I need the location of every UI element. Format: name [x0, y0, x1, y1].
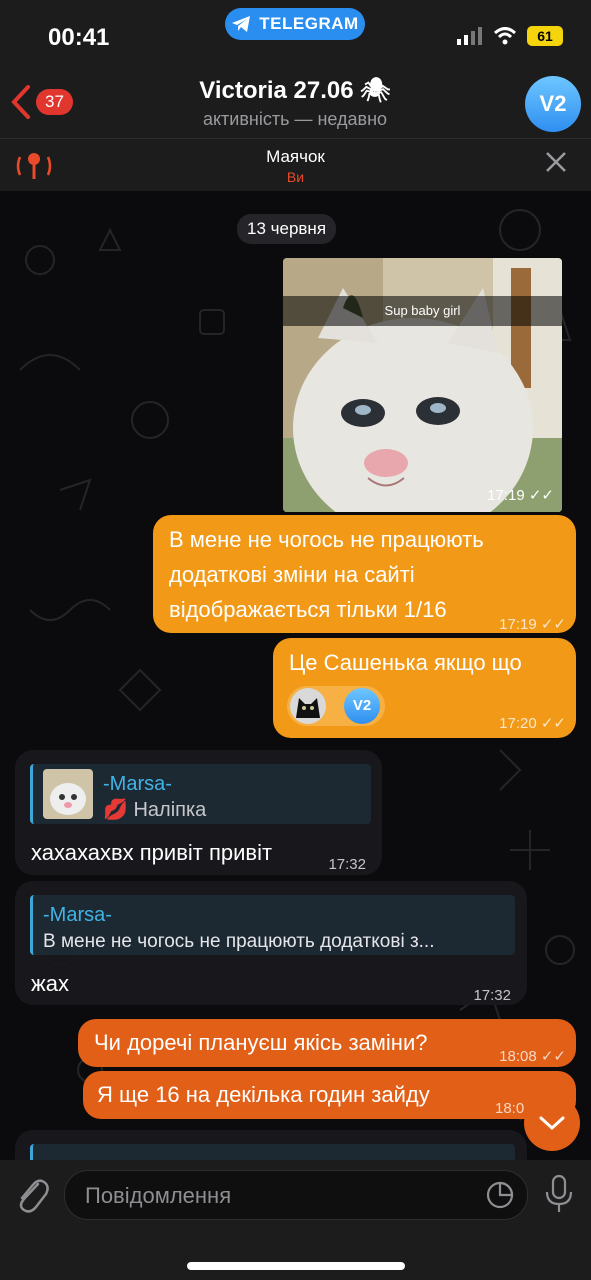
status-bar: 00:41 TELEGRAM 61 [0, 0, 591, 70]
photo-caption: Sup baby girl [283, 296, 562, 326]
telegram-icon [232, 16, 251, 32]
message-input-placeholder: Повідомлення [85, 1183, 232, 1208]
reply-quote[interactable]: -Marsa- В мене не чогось не працюють дод… [30, 895, 515, 955]
date-chip: 13 червня [237, 214, 337, 244]
chat-avatar[interactable]: V2 [525, 76, 581, 132]
wifi-icon [493, 27, 517, 45]
chat-title-text: Victoria 27.06 [199, 77, 354, 104]
sticker-icon[interactable] [485, 1180, 515, 1210]
read-checks-icon: ✓✓ [540, 616, 566, 633]
photo-message[interactable]: Sup baby girl 17:19 ✓✓ [283, 258, 562, 512]
message-text: Я ще 16 на декілька годин зайду [97, 1082, 430, 1107]
back-button[interactable]: 37 [10, 84, 73, 120]
sticker-thumbnail [43, 769, 93, 819]
message-time: 18:08 ✓✓ [499, 1040, 566, 1073]
lips-emoji-icon: 💋 [103, 799, 128, 821]
status-icons: 61 [457, 26, 563, 46]
message-text: жах [31, 971, 69, 996]
chat-header: 37 Victoria 27.06 🕷 активність — недавно… [0, 70, 591, 139]
telegram-chat-screen: 00:41 TELEGRAM 61 37 Victoria 27.06 🕷 ак… [0, 0, 591, 1280]
outgoing-message[interactable]: Я ще 16 на декілька годин зайду 18:0 [83, 1071, 576, 1119]
chat-subtitle: активність — недавно [202, 109, 388, 129]
close-icon[interactable] [545, 151, 567, 173]
incoming-message[interactable]: -Marsa- 💋 Наліпка хахахахвх привіт приві… [15, 750, 382, 875]
message-input[interactable]: Повідомлення [64, 1170, 528, 1220]
message-text: Чи доречі плануєш якісь заміни? [94, 1030, 428, 1055]
message-text: хахахахвх привіт привіт [31, 840, 273, 865]
reply-snippet: 💋 Наліпка [103, 794, 206, 827]
chat-title-area[interactable]: Victoria 27.06 🕷 активність — недавно [130, 76, 460, 130]
chevron-left-icon [11, 85, 30, 119]
unread-count-badge: 37 [36, 89, 73, 115]
status-time: 00:41 [48, 24, 110, 51]
chat-title: Victoria 27.06 🕷 [130, 76, 460, 105]
scroll-to-bottom-button[interactable] [524, 1095, 580, 1151]
reply-snippet: В мене не чогось не працюють додаткові з… [43, 931, 435, 952]
reply-quote[interactable]: -Marsa- 💋 Наліпка [30, 764, 371, 824]
message-text: Це Сашенька якщо що [289, 650, 522, 675]
message-time: 17:19 ✓✓ [499, 608, 566, 641]
reaction-avatar: V2 [344, 688, 380, 724]
outgoing-message[interactable]: Чи доречі плануєш якісь заміни? 18:08 ✓✓ [78, 1019, 576, 1067]
message-time: 17:32 [328, 856, 366, 873]
message-time-text: 18:08 [499, 1048, 537, 1065]
photo-time-text: 17:19 [487, 487, 525, 504]
signal-icon [457, 27, 482, 45]
incoming-message[interactable]: -Marsa- В мене не чогось не працюють дод… [15, 881, 527, 1005]
message-line: відображається тільки 1/16 [169, 597, 447, 622]
live-location-subtitle: Ви [286, 169, 305, 185]
outgoing-message[interactable]: Це Сашенька якщо що V2 17:20 ✓✓ [273, 638, 576, 738]
message-line: додаткові зміни на сайті [169, 562, 415, 587]
read-checks-icon: ✓✓ [540, 715, 566, 732]
spider-emoji-icon: 🕷 [360, 77, 391, 104]
outgoing-message[interactable]: В мене не чогось не працюють додаткові з… [153, 515, 576, 633]
telegram-pill-label: TELEGRAM [259, 14, 359, 33]
photo-time: 17:19 ✓✓ [487, 486, 554, 504]
chevron-down-icon [539, 1116, 565, 1131]
black-cat-avatar-icon [290, 688, 326, 724]
message-time-text: 17:19 [499, 616, 537, 633]
message-time-text: 17:20 [499, 715, 537, 732]
microphone-icon[interactable] [544, 1174, 574, 1214]
message-time: 18:0 [495, 1100, 525, 1117]
battery-level: 61 [537, 28, 553, 44]
message-time: 17:32 [473, 987, 511, 1004]
home-indicator [187, 1262, 405, 1270]
battery-icon: 61 [527, 26, 563, 46]
read-checks-icon: ✓✓ [540, 1048, 566, 1065]
telegram-pill[interactable]: TELEGRAM [225, 8, 365, 40]
paperclip-icon[interactable] [14, 1174, 50, 1214]
live-location-title: Маячок [266, 147, 325, 166]
message-line: В мене не чогось не працюють [169, 527, 484, 552]
reply-snippet-text: Наліпка [133, 799, 207, 821]
live-location-bar[interactable]: Маячок Ви [0, 139, 591, 191]
reaction-pill[interactable]: V2 [287, 686, 385, 726]
message-time: 17:20 ✓✓ [499, 707, 566, 740]
read-checks-icon: ✓✓ [528, 487, 554, 504]
